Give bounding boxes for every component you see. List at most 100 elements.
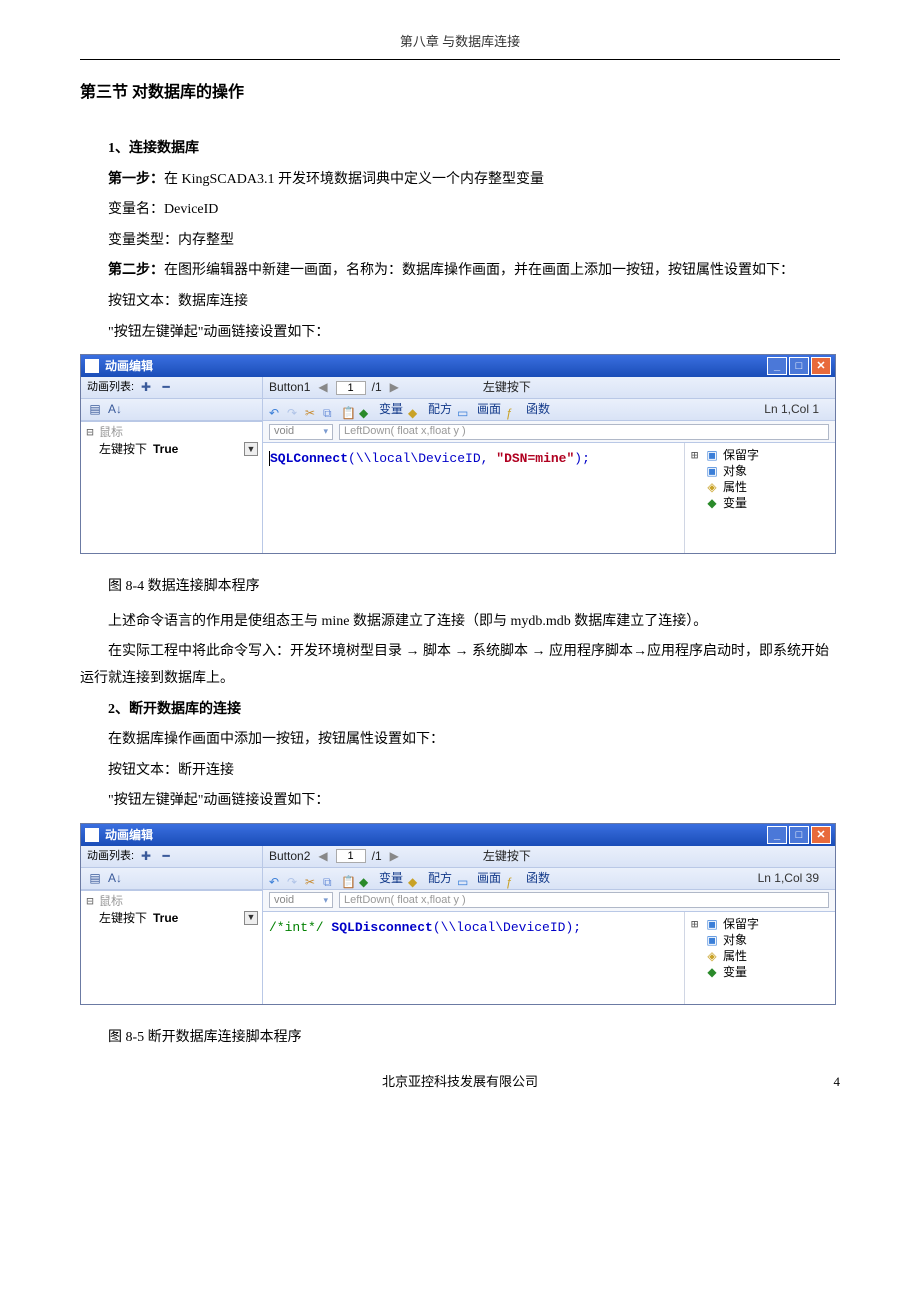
var-node[interactable]: 变量 [723,961,747,984]
paste-icon[interactable]: 📋 [341,402,356,417]
p2c: "按钮左键弹起"动画链接设置如下： [80,788,840,815]
tree-collapse-icon[interactable]: ⊟ [85,890,95,913]
next-page-icon[interactable]: ▶ [388,845,401,868]
editor-window-2: 动画编辑 _ □ ✕ 动画列表: ✚ ━ ▤ A↓ ⊟ 鼠标 [80,823,836,1005]
maximize-button[interactable]: □ [789,826,809,844]
redo-icon[interactable]: ↷ [287,402,302,417]
cut-icon[interactable]: ✂ [305,871,320,886]
varname-line: 变量名：DeviceID [80,197,840,224]
signature-field: LeftDown( float x,float y ) [339,892,829,908]
list-view-icon[interactable]: ▤ [87,870,103,886]
step1-text: 在 KingSCADA3.1 开发环境数据词典中定义一个内存整型变量 [164,172,544,187]
screen-button[interactable]: 画面 [477,867,501,890]
minimize-button[interactable]: _ [767,826,787,844]
step1-line: 第一步：在 KingSCADA3.1 开发环境数据词典中定义一个内存整型变量 [80,167,840,194]
function-button[interactable]: 函数 [526,867,550,890]
return-type-select[interactable]: void ▾ [269,424,333,440]
function-icon[interactable]: ƒ [506,871,521,886]
paste-icon[interactable]: 📋 [341,871,356,886]
remove-icon[interactable]: ━ [158,380,174,396]
undo-icon[interactable]: ↶ [269,871,284,886]
screen-button[interactable]: 画面 [477,398,501,421]
tree-item-leftdown[interactable]: 左键按下 [99,438,147,461]
footer-company: 北京亚控科技发展有限公司 [382,1070,538,1095]
titlebar[interactable]: 动画编辑 _ □ ✕ [81,824,835,846]
tree-collapse-icon[interactable]: ⊟ [85,421,95,444]
p2a: 在数据库操作画面中添加一按钮，按钮属性设置如下： [80,727,840,754]
return-type-select[interactable]: void ▾ [269,892,333,908]
signature-field: LeftDown( float x,float y ) [339,424,829,440]
code-arg1: (\\local\DeviceID, [348,451,488,466]
desc1: 上述命令语言的作用是使组态王与 mine 数据源建立了连接（即与 mydb.md… [80,609,840,636]
close-button[interactable]: ✕ [811,357,831,375]
animation-list-panel: 动画列表: ✚ ━ ▤ A↓ ⊟ 鼠标 左键按下 True ▼ [81,377,263,553]
screen-icon[interactable]: ▭ [457,402,472,417]
anim1-line: "按钮左键弹起"动画链接设置如下： [80,320,840,347]
code-end: ); [574,451,590,466]
tree-item-value: True [153,907,178,930]
close-button[interactable]: ✕ [811,826,831,844]
sort-icon[interactable]: A↓ [107,402,123,418]
page-total: /1 [372,376,382,399]
prev-page-icon[interactable]: ◀ [316,376,329,399]
variable-button[interactable]: 变量 [379,398,403,421]
tree-expand-icon[interactable]: ⊞ [691,913,701,936]
add-icon[interactable]: ✚ [138,380,154,396]
recipe-button[interactable]: 配方 [428,398,452,421]
window-title: 动画编辑 [105,355,767,378]
tree-expand-icon[interactable]: ⊞ [691,444,701,467]
figure-8-4-caption: 图 8-4 数据连接脚本程序 [80,574,840,601]
var-node[interactable]: 变量 [723,492,747,515]
page-input[interactable] [336,849,366,863]
page-number: 4 [834,1070,841,1095]
sort-icon[interactable]: A↓ [107,870,123,886]
copy-icon[interactable]: ⧉ [323,402,338,417]
function-icon[interactable]: ƒ [506,402,521,417]
button-name: Button2 [269,845,310,868]
prev-page-icon[interactable]: ◀ [316,845,329,868]
desc2: 在实际工程中将此命令写入：开发环境树型目录 → 脚本 → 系统脚本 → 应用程序… [80,639,840,692]
event-label: 左键按下 [483,845,531,868]
function-button[interactable]: 函数 [526,398,550,421]
dropdown-icon[interactable]: ▼ [244,911,258,925]
recipe-icon[interactable]: ◆ [408,871,423,886]
variable-button[interactable]: 变量 [379,867,403,890]
symbol-tree[interactable]: ⊞▣保留字 ▣对象 ◈属性 ◆变量 [685,912,835,1004]
window-title: 动画编辑 [105,824,767,847]
heading-1: 1、连接数据库 [80,136,840,163]
copy-icon[interactable]: ⧉ [323,871,338,886]
undo-icon[interactable]: ↶ [269,402,284,417]
animation-list-label: 动画列表: [87,846,134,867]
page-input[interactable] [336,381,366,395]
animation-tree[interactable]: ⊟ 鼠标 左键按下 True ▼ [81,890,262,988]
maximize-button[interactable]: □ [789,357,809,375]
event-label: 左键按下 [483,376,531,399]
remove-icon[interactable]: ━ [158,848,174,864]
redo-icon[interactable]: ↷ [287,871,302,886]
dropdown-icon[interactable]: ▼ [244,442,258,456]
recipe-icon[interactable]: ◆ [408,402,423,417]
variable-icon[interactable]: ◆ [359,402,374,417]
editor-window-1: 动画编辑 _ □ ✕ 动画列表: ✚ ━ ▤ A↓ ⊟ 鼠标 [80,354,836,554]
code-editor[interactable]: SQLConnect(\\local\DeviceID, "DSN=mine")… [263,443,685,553]
screen-icon[interactable]: ▭ [457,871,472,886]
cut-icon[interactable]: ✂ [305,402,320,417]
chapter-header: 第八章 与数据库连接 [80,30,840,60]
figure-8-5-caption: 图 8-5 断开数据库连接脚本程序 [80,1025,840,1052]
app-icon [85,828,99,842]
var-icon: ◆ [705,492,719,515]
variable-icon[interactable]: ◆ [359,871,374,886]
animation-tree[interactable]: ⊟ 鼠标 左键按下 True ▼ [81,421,262,541]
vartype-line: 变量类型：内存整型 [80,228,840,255]
list-view-icon[interactable]: ▤ [87,402,103,418]
minimize-button[interactable]: _ [767,357,787,375]
titlebar[interactable]: 动画编辑 _ □ ✕ [81,355,835,377]
add-icon[interactable]: ✚ [138,848,154,864]
recipe-button[interactable]: 配方 [428,867,452,890]
code-editor[interactable]: /*int*/ SQLDisconnect(\\local\DeviceID); [263,912,685,1004]
tree-item-leftdown[interactable]: 左键按下 [99,907,147,930]
symbol-tree[interactable]: ⊞▣保留字 ▣对象 ◈属性 ◆变量 [685,443,835,553]
p2b: 按钮文本：断开连接 [80,758,840,785]
code-fn: SQLConnect [270,451,348,466]
next-page-icon[interactable]: ▶ [388,376,401,399]
